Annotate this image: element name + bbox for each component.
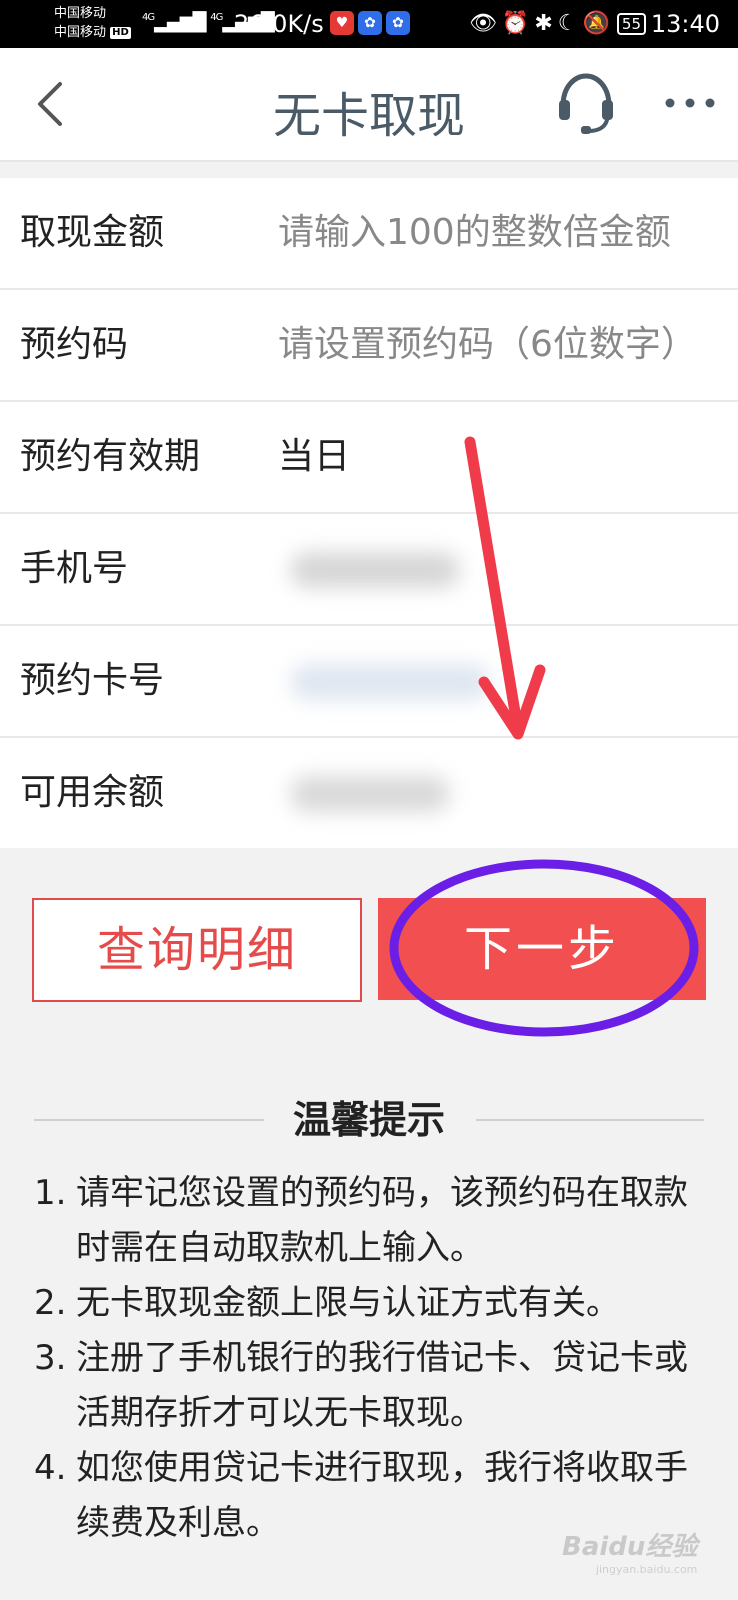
phone-row: 手机号 [0, 514, 738, 626]
moon-icon: ☾ [557, 11, 583, 36]
network-speed: 26.0K/s [234, 10, 324, 38]
amount-label: 取现金额 [20, 212, 165, 253]
validity-label: 预约有效期 [20, 436, 201, 477]
code-label: 预约码 [20, 324, 129, 365]
amount-input[interactable]: 请输入100的整数倍金额 [278, 178, 678, 288]
card-label: 预约卡号 [20, 660, 165, 701]
code-input[interactable]: 请设置预约码（6位数字） [278, 290, 718, 400]
tip-item: 3. 注册了手机银行的我行借记卡、贷记卡或活期存折才可以无卡取现。 [34, 1338, 688, 1433]
phone-value-redacted [290, 552, 460, 588]
tips-list: 1. 请牢记您设置的预约码，该预约码在取款时需在自动取款机上输入。 2. 无卡取现金… [34, 1166, 714, 1551]
alarm-icon: ⏰ [501, 11, 535, 36]
app-notification-icon: ♥ [330, 11, 354, 35]
headset-icon[interactable] [555, 70, 617, 136]
baidu-watermark: Baidu经验 jingyan.baidu.com [562, 1532, 698, 1576]
page-title: 无卡取现 [272, 88, 465, 144]
system-icons: 👁⏰✱☾🔕 55 [469, 10, 646, 38]
mute-icon: 🔕 [582, 11, 615, 36]
balance-label: 可用余额 [20, 772, 165, 813]
tips-title: 温馨提示 [0, 1096, 738, 1144]
balance-value-redacted [290, 776, 450, 812]
code-row[interactable]: 预约码 请设置预约码（6位数字） [0, 290, 738, 402]
eye-icon: 👁 [468, 11, 502, 36]
battery-icon: 55 [616, 13, 646, 35]
carrier-info: 中国移动 中国移动 HD [54, 4, 131, 42]
balance-row: 可用余额 [0, 738, 738, 848]
validity-row: 预约有效期 当日 [0, 402, 738, 514]
nav-bar: 无卡取现 [0, 48, 738, 162]
baidu-paw-icon: ✿ [386, 11, 410, 35]
baidu-paw-icon: ✿ [358, 11, 382, 35]
status-bar: 中国移动 中国移动 HD 4G▂▄▆█ 4G▂▄▆█ 26.0K/s ♥ ✿ ✿ 👁… [0, 0, 738, 48]
bluetooth-icon: ✱ [534, 11, 558, 36]
carrier-2: 中国移动 [54, 25, 107, 40]
notification-icons: ♥ ✿ ✿ [330, 11, 414, 35]
tip-item: 1. 请牢记您设置的预约码，该预约码在取款时需在自动取款机上输入。 [34, 1173, 688, 1268]
next-step-button[interactable]: 下一步 [378, 898, 706, 1000]
section-gap [0, 162, 738, 178]
clock: 13:40 [650, 10, 720, 38]
tip-item: 2. 无卡取现金额上限与认证方式有关。 [34, 1283, 620, 1323]
phone-label: 手机号 [20, 548, 129, 589]
carrier-1: 中国移动 [54, 6, 107, 21]
card-value-redacted [290, 664, 490, 700]
query-details-button[interactable]: 查询明细 [32, 898, 362, 1002]
withdraw-form: 取现金额 请输入100的整数倍金额 预约码 请设置预约码（6位数字） 预约有效期… [0, 178, 738, 848]
more-icon[interactable] [660, 86, 720, 120]
validity-value: 当日 [278, 436, 351, 477]
hd-badge: HD [110, 26, 131, 39]
amount-row[interactable]: 取现金额 请输入100的整数倍金额 [0, 178, 738, 290]
card-row: 预约卡号 [0, 626, 738, 738]
